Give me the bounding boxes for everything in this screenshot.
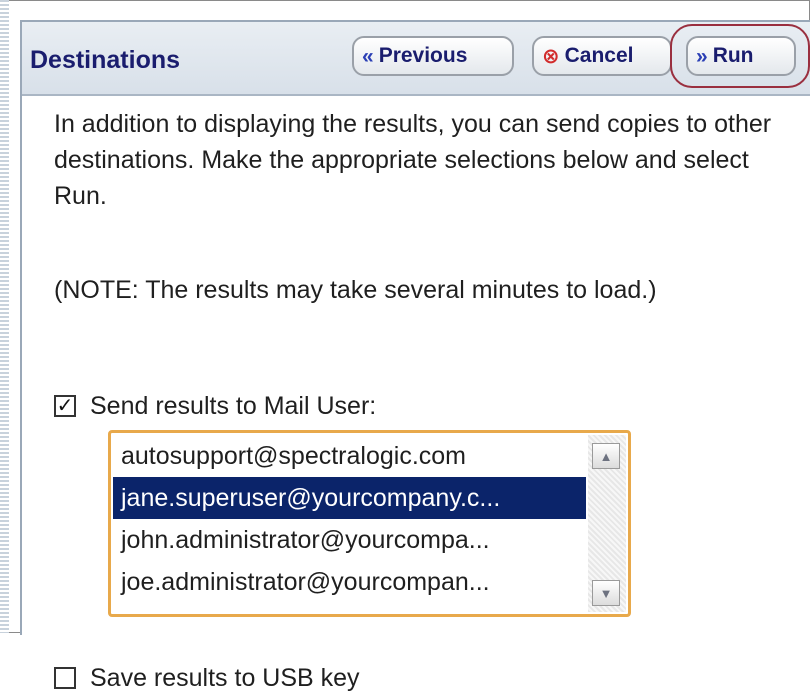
page-title: Destinations [30, 46, 181, 74]
list-item[interactable]: autosupport@spectralogic.com [113, 435, 586, 477]
save-usb-checkbox[interactable] [54, 667, 76, 689]
save-usb-label[interactable]: Save results to USB key [90, 663, 360, 693]
send-mail-checkbox[interactable]: ✓ [54, 395, 76, 417]
double-chevron-left-icon: « [362, 44, 374, 68]
scroll-down-button[interactable]: ▼ [592, 580, 620, 606]
left-dotted-edge [0, 0, 9, 633]
destinations-panel: Destinations « Previous ⊗ Cancel » Run I… [20, 20, 810, 692]
double-chevron-right-icon: » [696, 44, 708, 68]
previous-button-label: Previous [378, 44, 468, 67]
panel-content: In addition to displaying the results, y… [22, 96, 810, 692]
checkmark-icon: ✓ [56, 395, 74, 417]
caret-up-icon: ▲ [599, 448, 613, 464]
scroll-up-button[interactable]: ▲ [592, 443, 620, 469]
mail-user-list: autosupport@spectralogic.com jane.superu… [113, 435, 586, 603]
list-item[interactable]: joe.administrator@yourcompan... [113, 561, 586, 603]
cancel-circle-icon: ⊗ [542, 44, 560, 68]
cancel-button[interactable]: ⊗ Cancel [532, 36, 672, 76]
panel-header: Destinations « Previous ⊗ Cancel » Run [22, 22, 810, 96]
list-item-selected[interactable]: jane.superuser@yourcompany.c... [113, 477, 586, 519]
listbox-scrollbar[interactable]: ▲ ▼ [588, 435, 626, 612]
cancel-button-label: Cancel [564, 44, 634, 67]
send-mail-label[interactable]: Send results to Mail User: [90, 391, 376, 421]
instructions-text: In addition to displaying the results, y… [54, 110, 772, 210]
list-item[interactable]: john.administrator@yourcompa... [113, 519, 586, 561]
previous-button[interactable]: « Previous [352, 36, 514, 76]
mail-user-listbox[interactable]: autosupport@spectralogic.com jane.superu… [108, 430, 631, 617]
caret-down-icon: ▼ [599, 585, 613, 601]
note-text: (NOTE: The results may take several minu… [54, 276, 657, 304]
run-button[interactable]: » Run [686, 36, 796, 76]
run-button-label: Run [712, 44, 754, 67]
